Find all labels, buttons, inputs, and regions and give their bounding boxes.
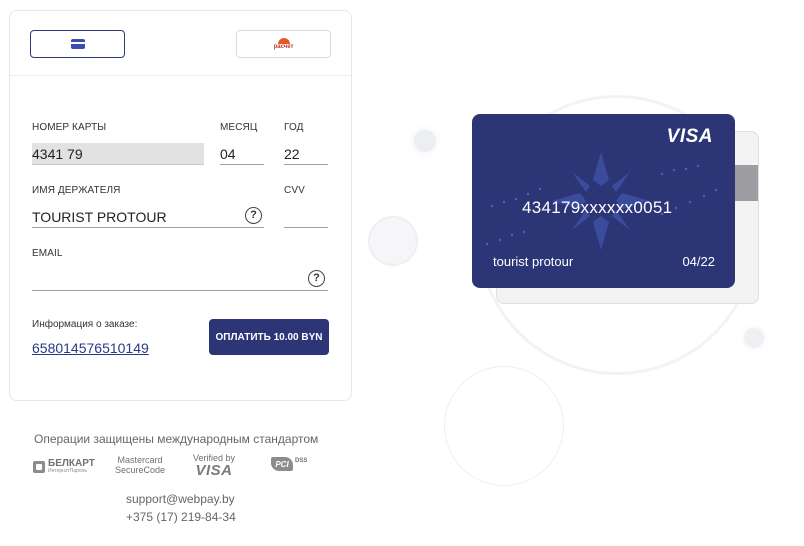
email-input[interactable] xyxy=(32,269,328,291)
card-preview-holder: tourist protour xyxy=(493,254,574,269)
year-input[interactable]: 22 xyxy=(284,143,328,165)
month-label: МЕСЯЦ xyxy=(220,122,258,133)
holder-help-icon[interactable]: ? xyxy=(245,207,262,224)
pay-button[interactable]: ОПЛАТИТЬ 10.00 BYN xyxy=(209,319,329,355)
magnetic-strip xyxy=(732,165,758,201)
visa-logo: VISA xyxy=(666,126,713,147)
security-notice: Операции защищены международным стандарт… xyxy=(34,432,319,446)
belkart-icon xyxy=(33,460,45,473)
decorative-dot xyxy=(368,216,418,266)
payment-form-panel: расчет НОМЕР КАРТЫ 4341 79 МЕСЯЦ 04 ГОД … xyxy=(9,10,352,401)
decorative-dot xyxy=(414,130,436,152)
security-logos: БЕЛКАРТ ИнтернэтПароль Mastercard Secure… xyxy=(33,453,323,481)
holder-label: ИМЯ ДЕРЖАТЕЛЯ xyxy=(32,185,121,196)
card-number-label: НОМЕР КАРТЫ xyxy=(32,122,107,133)
decorative-circle xyxy=(444,366,564,486)
year-label: ГОД xyxy=(284,122,304,133)
order-number-link[interactable]: 658014576510149 xyxy=(32,338,157,358)
mastercard-securecode-logo: Mastercard SecureCode xyxy=(115,455,166,475)
decorative-dot xyxy=(744,328,764,348)
pci-dss-logo: PCI DSS xyxy=(271,457,307,471)
payment-method-tabs: расчет xyxy=(10,11,351,76)
order-info-label: Информация о заказе: xyxy=(32,319,138,330)
credit-card-icon xyxy=(70,39,85,49)
belkart-logo: БЕЛКАРТ ИнтернэтПароль xyxy=(33,459,95,474)
support-phone: +375 (17) 219-84-34 xyxy=(126,510,236,524)
month-input[interactable]: 04 xyxy=(220,143,264,165)
email-label: EMAIL xyxy=(32,248,63,259)
raschet-logo-icon: расчет xyxy=(274,38,293,50)
card-preview-expiry: 04/22 xyxy=(682,254,715,269)
holder-input[interactable]: TOURIST PROTOUR xyxy=(32,206,264,228)
card-preview-number: 434179xxxxxx0051 xyxy=(522,198,673,217)
card-number-input[interactable]: 4341 79 xyxy=(32,143,204,165)
email-help-icon[interactable]: ? xyxy=(308,270,325,287)
cvv-input[interactable] xyxy=(284,206,328,228)
cvv-label: CVV xyxy=(284,185,305,196)
support-email[interactable]: support@webpay.by xyxy=(126,492,235,506)
verified-by-visa-logo: Verified by VISA xyxy=(193,453,236,479)
tab-card-payment[interactable] xyxy=(30,30,125,58)
tab-raschet-payment[interactable]: расчет xyxy=(236,30,331,58)
card-front-preview: VISA 434179xxxxxx0051 tourist protour 04… xyxy=(472,114,735,288)
